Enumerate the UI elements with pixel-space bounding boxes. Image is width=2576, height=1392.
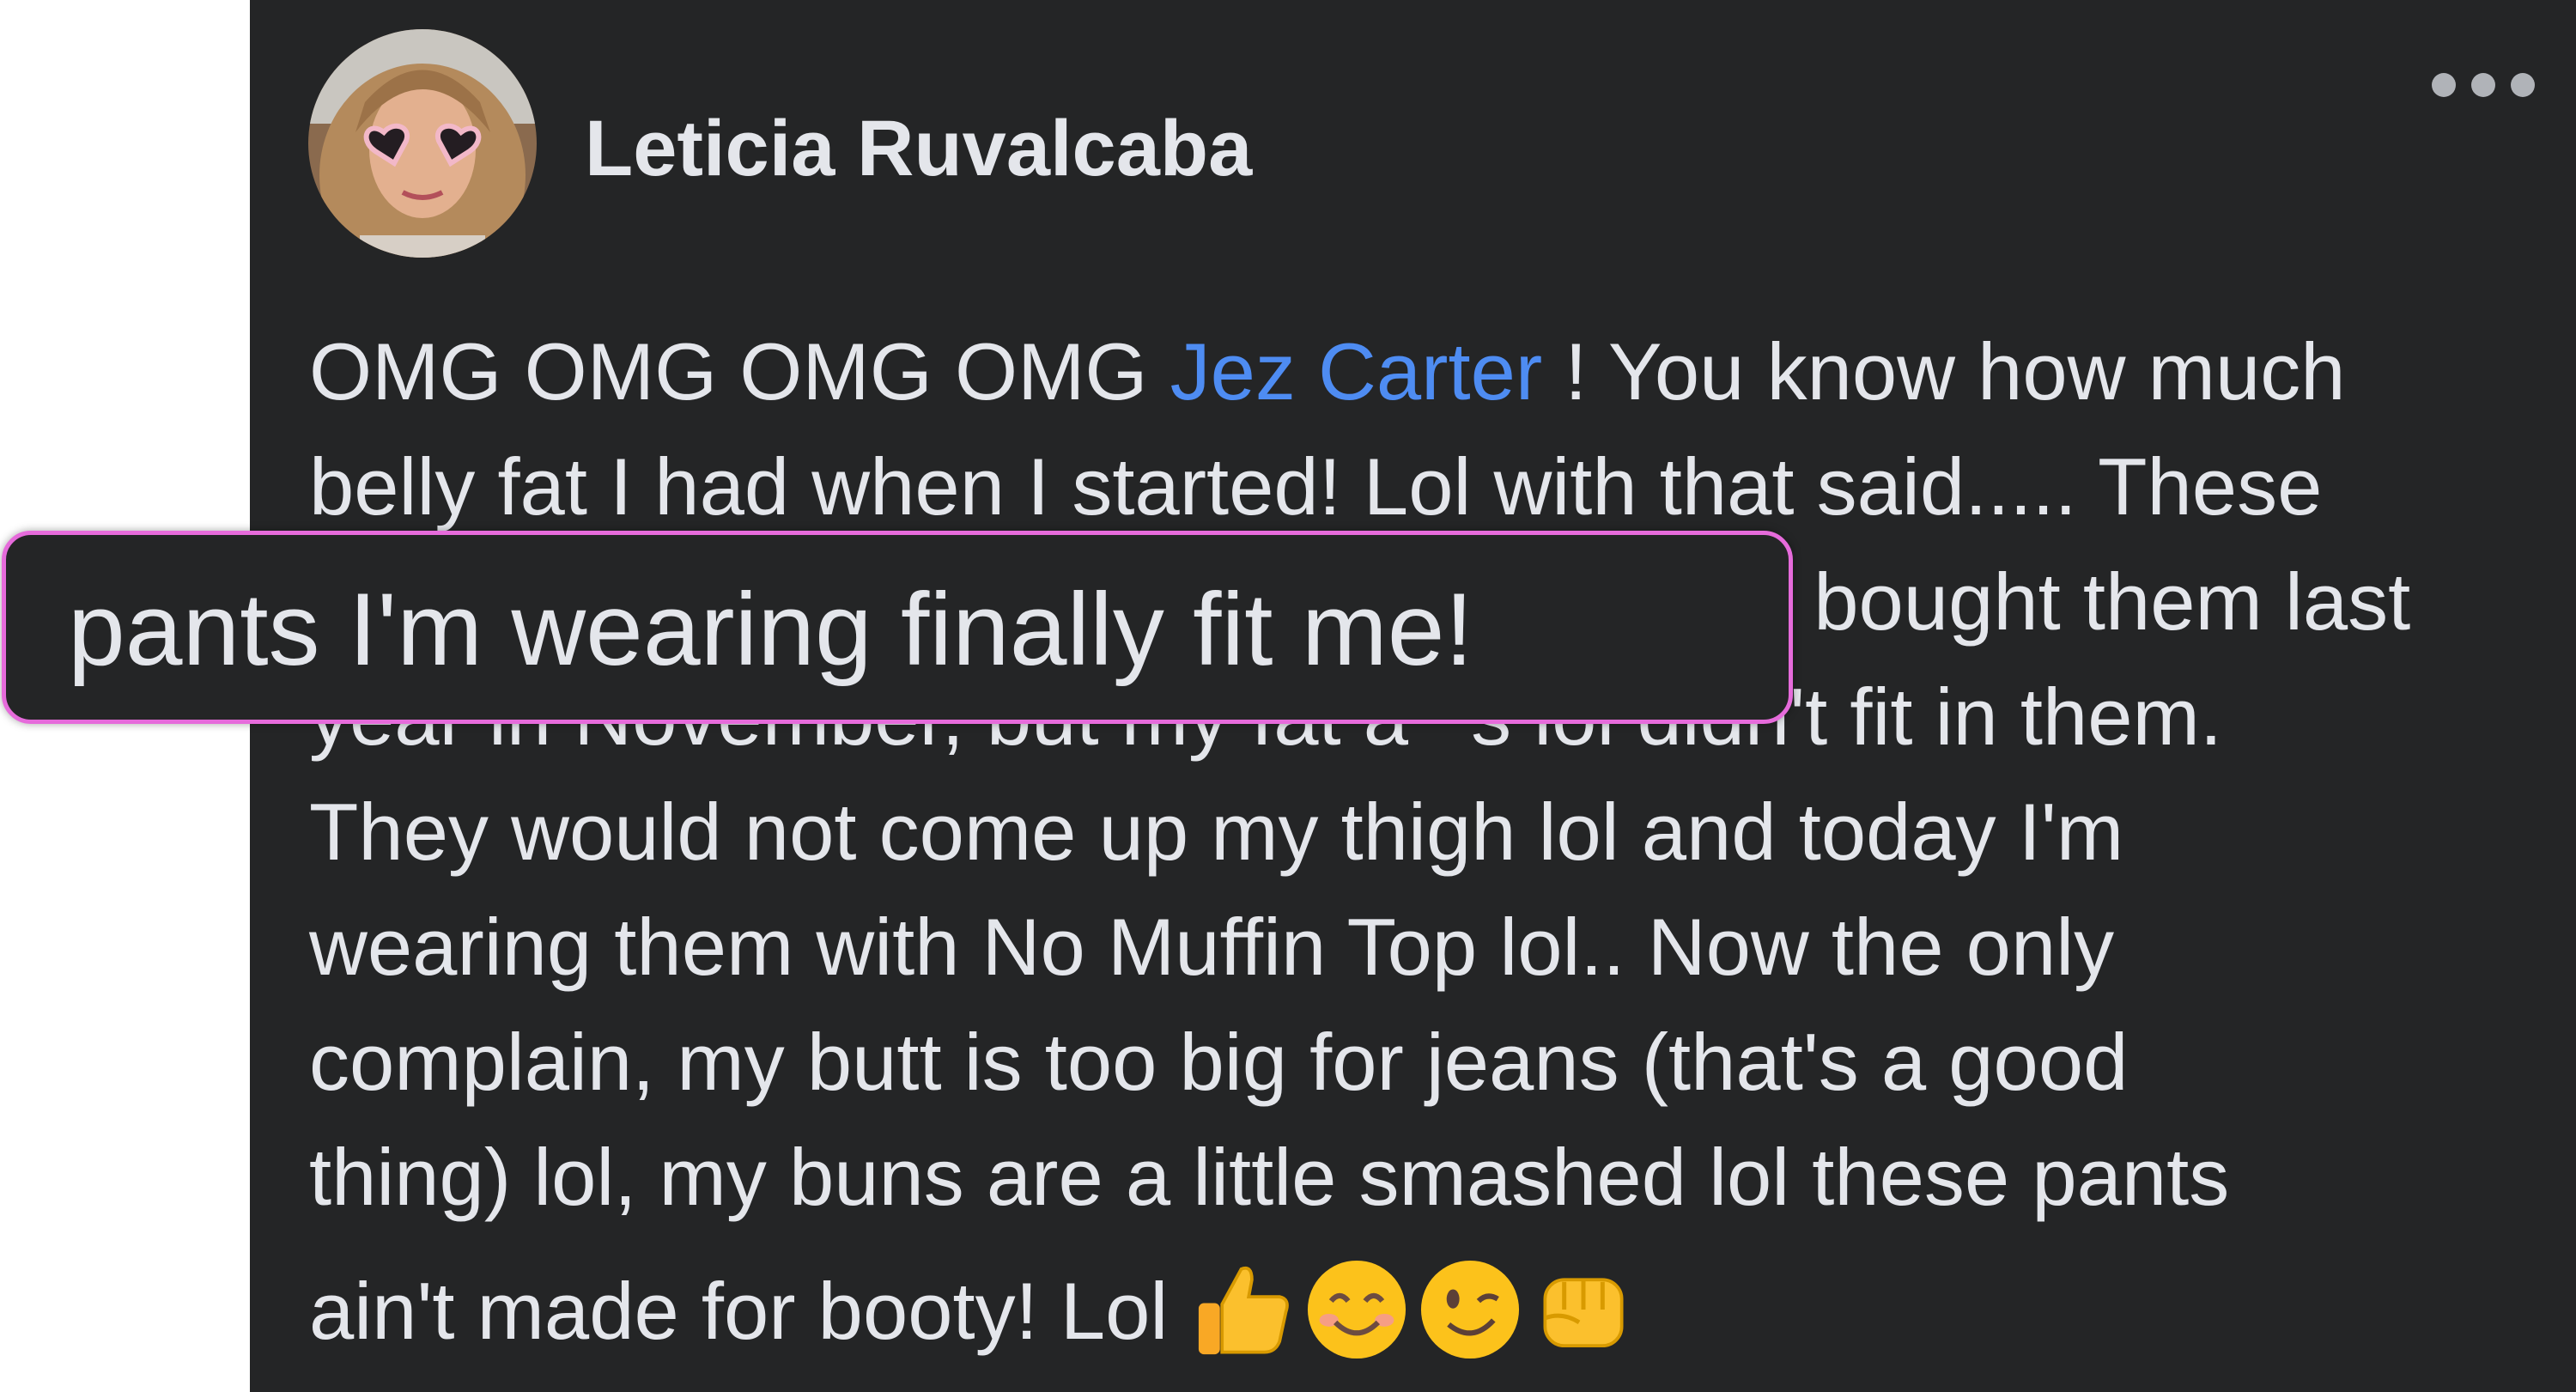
post-text: OMG OMG OMG OMG Jez Carter ! You know ho… xyxy=(309,314,2559,1369)
post-text-line: complain, my butt is too big for jeans (… xyxy=(309,1017,2129,1107)
more-dot xyxy=(2511,73,2535,97)
post-text-segment: OMG OMG OMG OMG xyxy=(309,326,1170,416)
author-name[interactable]: Leticia Ruvalcaba xyxy=(585,104,1252,194)
post-text-line: wearing them with No Muffin Top lol.. No… xyxy=(309,902,2115,992)
author-avatar[interactable] xyxy=(308,29,537,258)
thumbs-up-emoji xyxy=(1199,1266,1290,1355)
post-text-segment: ! You know how much xyxy=(1542,326,2346,416)
post-text-line: ain't made for booty! Lol xyxy=(309,1254,2559,1369)
post-text-line: thing) lol, my buns are a little smashed… xyxy=(309,1132,2230,1222)
mention-link[interactable]: Jez Carter xyxy=(1170,326,1543,416)
more-dot xyxy=(2471,73,2495,97)
post-text-line: belly fat I had when I started! Lol with… xyxy=(309,441,2323,532)
fist-bump-emoji xyxy=(1543,1278,1624,1348)
callout-text: pants I'm wearing finally fit me! xyxy=(68,572,1473,687)
smiling-face-emoji xyxy=(1308,1260,1406,1359)
winking-face-emoji xyxy=(1421,1260,1520,1359)
post-text-segment: I bought them last xyxy=(1769,556,2411,647)
post-text-line: OMG OMG OMG OMG Jez Carter ! You know ho… xyxy=(309,314,2559,429)
highlight-callout: pants I'm wearing finally fit me! xyxy=(2,531,1793,724)
post-text-segment: ain't made for booty! Lol xyxy=(309,1266,1191,1356)
post-text-line: They would not come up my thigh lol and … xyxy=(309,787,2124,877)
more-dot xyxy=(2432,73,2456,97)
more-options-icon[interactable] xyxy=(2432,55,2535,115)
